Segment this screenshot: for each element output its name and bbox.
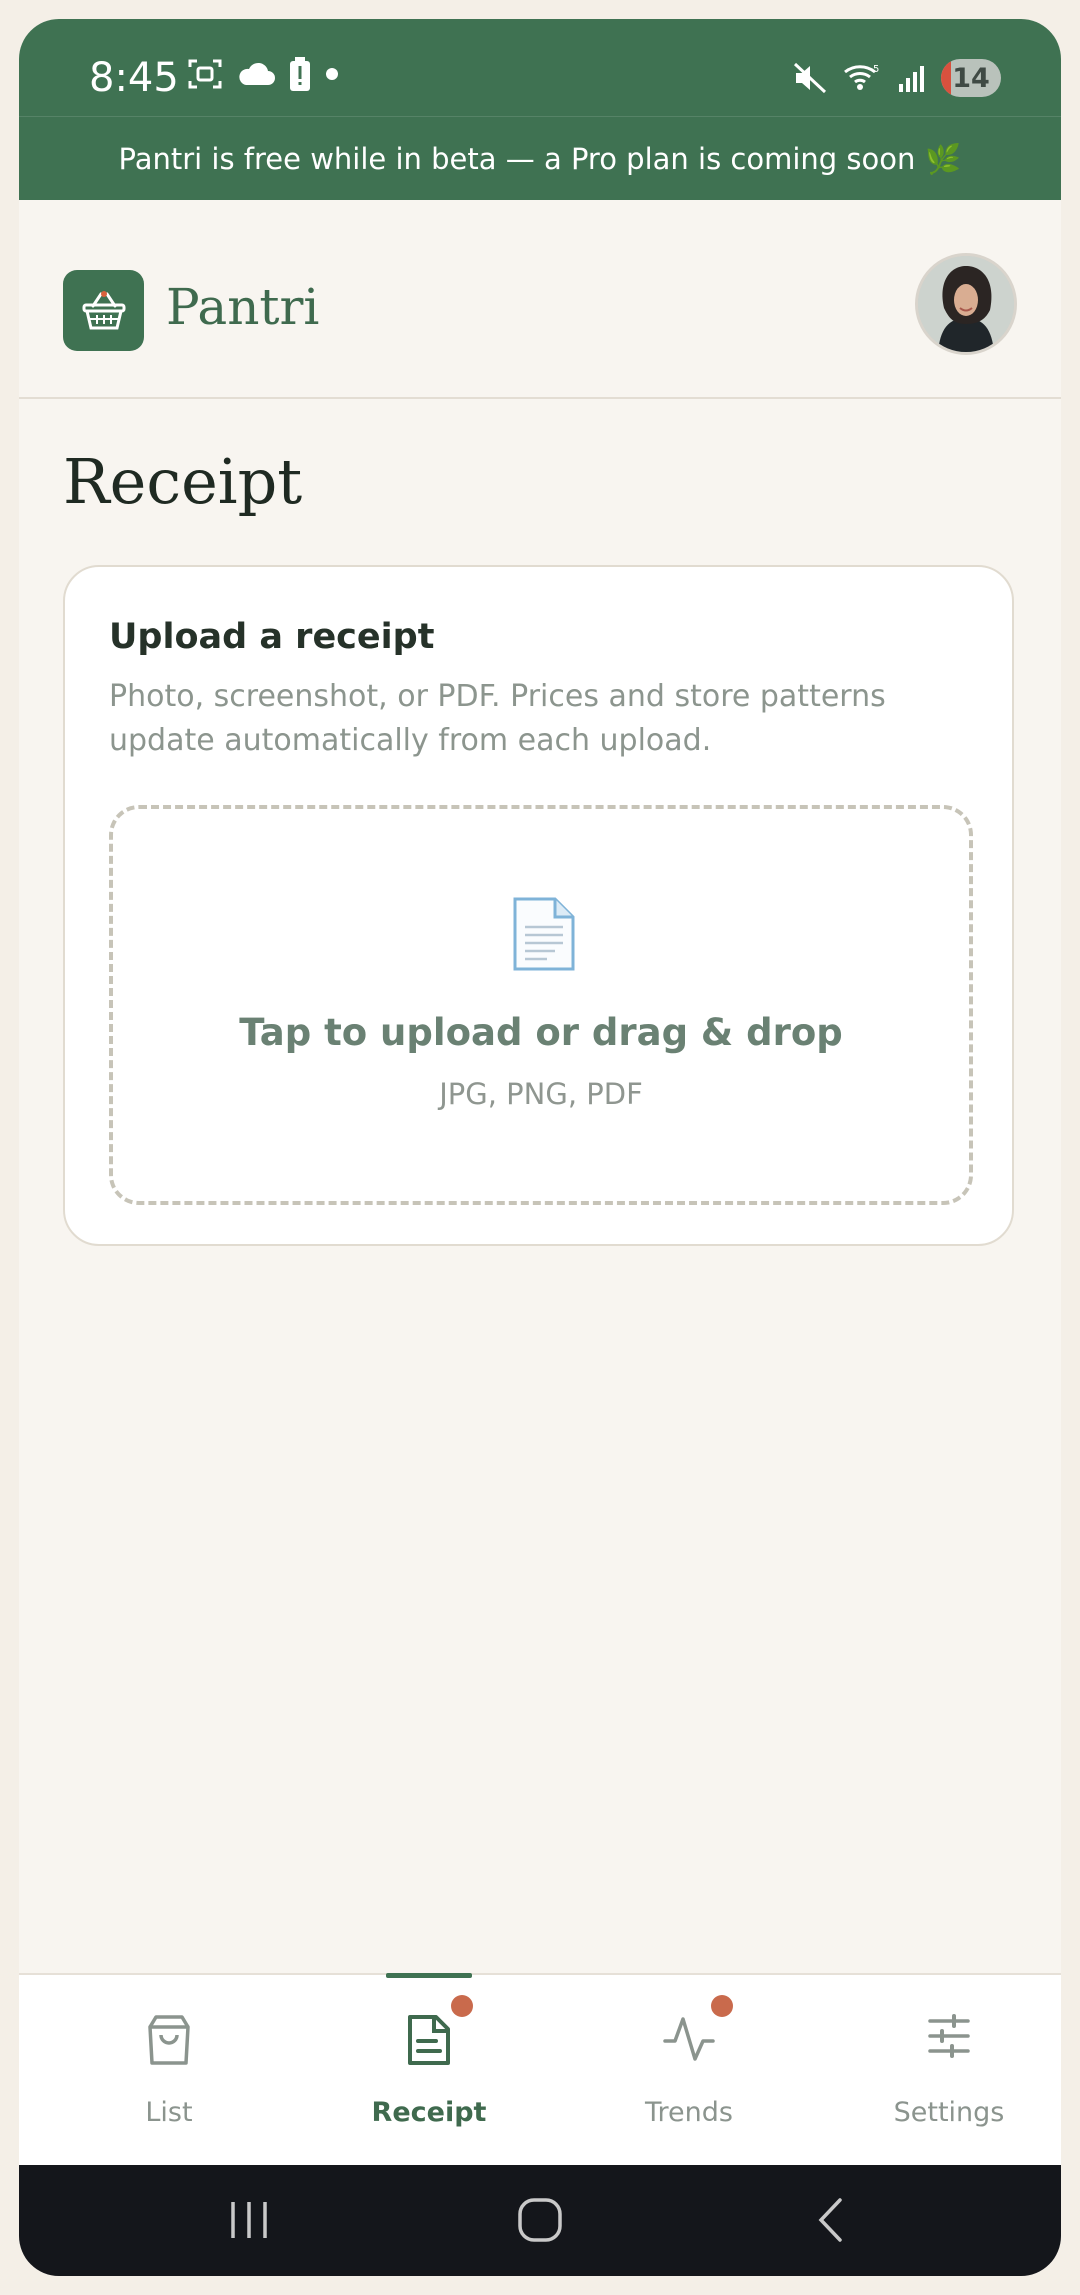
- battery-alert-icon: [289, 57, 311, 91]
- page-title: Receipt: [63, 445, 303, 518]
- activity-icon: [663, 2013, 715, 2068]
- app-screen: 8:45 5 14 Pantri is free while in beta —…: [19, 19, 1061, 2276]
- svg-text:5: 5: [873, 64, 879, 75]
- app-header: Pantri: [19, 200, 1061, 399]
- beta-banner-text: Pantri is free while in beta — a Pro pla…: [118, 142, 916, 176]
- trends-badge-dot: [711, 1995, 733, 2017]
- back-button[interactable]: [801, 2195, 861, 2245]
- bottom-tab-bar: List Receipt Trends Settings: [19, 1973, 1061, 2167]
- tab-receipt[interactable]: Receipt: [299, 1973, 559, 2167]
- status-icons-left: [187, 57, 339, 91]
- upload-card-title: Upload a receipt: [109, 617, 435, 657]
- battery-level: 14: [952, 62, 990, 94]
- wifi-icon: 5: [843, 62, 881, 94]
- battery-indicator: 14: [941, 59, 1001, 97]
- tab-settings[interactable]: Settings: [819, 1975, 1061, 2167]
- dropzone-instruction: Tap to upload or drag & drop: [239, 1011, 843, 1054]
- receipt-dropzone[interactable]: Tap to upload or drag & drop JPG, PNG, P…: [109, 805, 973, 1205]
- dropzone-formats: JPG, PNG, PDF: [439, 1077, 643, 1111]
- status-time: 8:45: [89, 55, 179, 101]
- tab-trends[interactable]: Trends: [559, 1975, 819, 2167]
- tab-label: Trends: [645, 2097, 733, 2128]
- signal-icon: [897, 64, 925, 92]
- tab-label: Settings: [893, 2097, 1005, 2128]
- home-button[interactable]: [510, 2195, 570, 2245]
- status-bar: 8:45 5 14: [19, 19, 1061, 116]
- tab-label: Receipt: [371, 2097, 487, 2128]
- brand-name: Pantri: [166, 278, 320, 336]
- status-icons-right: 5 14: [793, 59, 1001, 97]
- tab-label: List: [145, 2097, 193, 2128]
- recent-apps-button[interactable]: [219, 2195, 279, 2245]
- mute-icon: [793, 62, 827, 94]
- tab-list[interactable]: List: [39, 1975, 299, 2167]
- sliders-icon: [926, 2013, 972, 2064]
- receipt-icon: [406, 2013, 452, 2072]
- upload-card: Upload a receipt Photo, screenshot, or P…: [63, 565, 1014, 1246]
- system-nav-bar: [19, 2165, 1061, 2276]
- basket-icon[interactable]: [63, 270, 144, 351]
- document-icon: [511, 897, 575, 976]
- screenshot-icon: [187, 58, 223, 90]
- receipt-badge-dot: [451, 1995, 473, 2017]
- active-tab-indicator: [386, 1973, 472, 1978]
- upload-card-description: Photo, screenshot, or PDF. Prices and st…: [109, 679, 886, 758]
- battery-low-fill: [941, 59, 951, 97]
- leaf-icon: 🌿: [925, 141, 962, 176]
- shopping-bag-icon: [144, 2013, 194, 2072]
- cloud-icon: [237, 61, 275, 87]
- dot-icon: [325, 67, 339, 81]
- beta-banner: Pantri is free while in beta — a Pro pla…: [19, 116, 1061, 201]
- user-avatar[interactable]: [915, 253, 1017, 355]
